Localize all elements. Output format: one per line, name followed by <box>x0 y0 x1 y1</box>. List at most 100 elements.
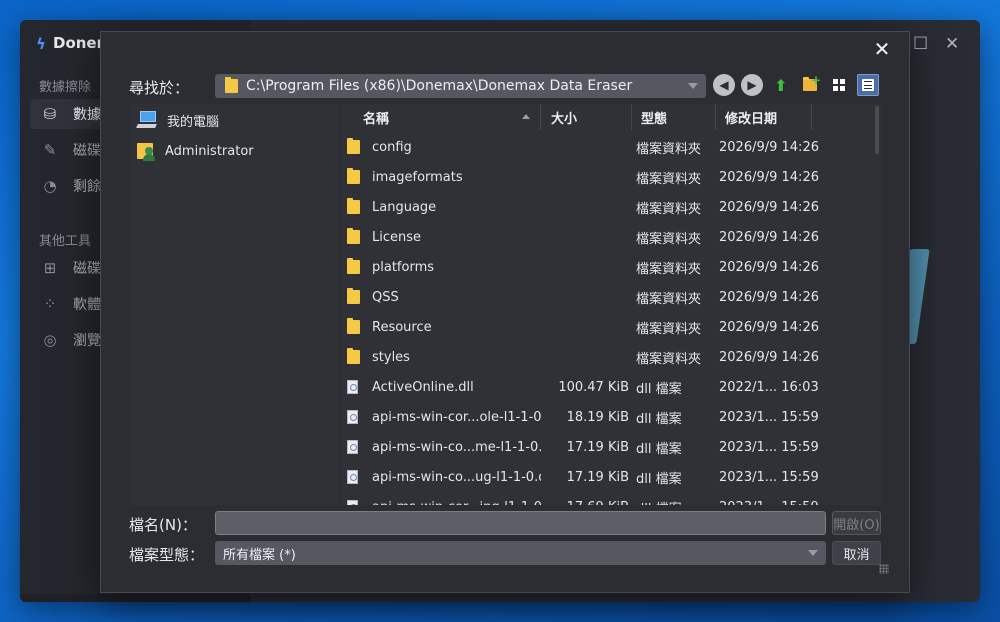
column-header-label: 型態 <box>641 111 668 127</box>
file-name-cell: api-ms-win-co...ug-l1-1-0.dll <box>341 462 541 492</box>
computer-icon <box>136 111 159 129</box>
column-header-modified[interactable]: 修改日期 <box>716 104 812 130</box>
file-list-scrollbar[interactable] <box>872 104 882 505</box>
file-type: 檔案資料夾 <box>636 351 702 367</box>
file-row[interactable]: Resource 檔案資料夾 2026/9/9 14:26 <box>341 312 871 342</box>
file-row[interactable]: api-ms-win-cor...ing-l1-1-0.dll17.69 KiB… <box>341 492 871 505</box>
app-section-tools: 其他工具 <box>39 234 92 249</box>
dialog-close-button[interactable]: ✕ <box>871 37 893 61</box>
file-type: 檔案資料夾 <box>636 201 702 217</box>
scrollbar-thumb[interactable] <box>875 106 879 154</box>
file-row[interactable]: License 檔案資料夾 2026/9/9 14:26 <box>341 222 871 252</box>
pie-icon: ◔ <box>43 177 57 195</box>
file-type: dll 檔案 <box>636 381 682 397</box>
plus-icon: + <box>810 73 821 87</box>
planet-icon: ◎ <box>43 331 57 349</box>
file-modified: 2026/9/9 14:26 <box>719 139 819 155</box>
file-row[interactable]: api-ms-win-co...me-l1-1-0.dll 17.19 KiB dl… <box>341 432 871 462</box>
file-size <box>541 222 629 252</box>
file-open-dialog: ✕ 尋找於： C:\Program Files (x86)\Donemax\Do… <box>100 31 910 593</box>
list-view-button[interactable] <box>828 74 850 96</box>
sidebar-item-administrator[interactable]: Administrator <box>137 139 254 163</box>
file-modified: 2026/9/9 14:26 <box>719 169 819 185</box>
file-name-cell: Language <box>341 192 541 222</box>
file-row[interactable]: imageformats 檔案資料夾 2026/9/9 14:26 <box>341 162 871 192</box>
edit-disk-icon: ✎ <box>43 141 57 159</box>
filetype-combo[interactable]: 所有檔案 (*) <box>215 541 826 565</box>
file-row[interactable]: config 檔案資料夾 2026/9/9 14:26 <box>341 132 871 162</box>
folder-icon <box>347 318 360 334</box>
file-type: dll 檔案 <box>636 471 682 487</box>
file-modified: 2026/9/9 14:26 <box>719 349 819 365</box>
file-name-cell: api-ms-win-co...me-l1-1-0.dll <box>341 432 541 462</box>
column-header-label: 名稱 <box>363 111 390 127</box>
file-size: 18.19 KiB <box>566 409 629 425</box>
file-name-cell: QSS <box>341 282 541 312</box>
file-name-cell: ActiveOnline.dll <box>341 372 541 402</box>
file-modified: 2026/9/9 14:26 <box>719 229 819 245</box>
file-size <box>541 162 629 192</box>
look-in-combo[interactable]: C:\Program Files (x86)\Donemax\Donemax D… <box>215 74 706 98</box>
resize-grip-icon[interactable] <box>879 564 889 574</box>
file-modified: 2026/9/9 14:26 <box>719 289 819 305</box>
dll-file-icon <box>347 500 358 505</box>
new-folder-button[interactable]: + <box>799 73 821 96</box>
folder-icon <box>347 258 360 274</box>
file-row[interactable]: QSS 檔案資料夾 2026/9/9 14:26 <box>341 282 871 312</box>
app-nav-label: 剩餘 <box>73 179 101 195</box>
file-row[interactable]: styles 檔案資料夾 2026/9/9 14:26 <box>341 342 871 372</box>
dll-file-icon <box>347 380 358 394</box>
column-header-size[interactable]: 大小 <box>541 104 632 130</box>
app-nav-label: 數據 <box>73 107 101 123</box>
sidebar-item-label: 我的電腦 <box>167 114 220 130</box>
parent-dir-button[interactable]: ⬆ <box>770 74 792 96</box>
file-name-cell: styles <box>341 342 541 372</box>
back-button[interactable]: ◀ <box>713 74 735 96</box>
column-header-name[interactable]: 名稱 <box>341 104 541 130</box>
file-size <box>541 282 629 312</box>
filename-label: 檔名(N)： <box>129 516 197 534</box>
file-type: dll 檔案 <box>636 411 682 427</box>
chevron-down-icon <box>808 550 818 556</box>
file-row[interactable]: platforms 檔案資料夾 2026/9/9 14:26 <box>341 252 871 282</box>
arrow-up-icon: ⬆ <box>774 75 788 95</box>
cancel-button[interactable]: 取消 <box>832 541 881 565</box>
file-modified: 2026/9/9 14:26 <box>719 259 819 275</box>
file-name: styles <box>372 349 410 365</box>
file-modified: 2023/1... 15:59 <box>719 469 819 485</box>
file-modified: 2026/9/9 14:26 <box>719 199 819 215</box>
file-name: api-ms-win-co...me-l1-1-0.dll <box>372 439 541 455</box>
user-folder-icon <box>137 141 157 161</box>
drive-icon: ⛁ <box>43 105 57 123</box>
look-in-label: 尋找於： <box>129 79 190 97</box>
file-name-cell: License <box>341 222 541 252</box>
file-name: imageformats <box>372 169 463 185</box>
file-size: 17.69 KiB <box>541 492 629 506</box>
file-modified: 2022/1... 16:03 <box>719 379 819 395</box>
app-nav-label: 軟體 <box>73 297 101 313</box>
file-modified: 2023/1... 15:59 <box>719 409 819 425</box>
folder-icon <box>225 77 238 93</box>
filename-input[interactable] <box>215 511 826 535</box>
column-header-type[interactable]: 型態 <box>632 104 716 130</box>
close-app-icon[interactable]: ✕ <box>945 34 959 54</box>
file-row[interactable]: api-ms-win-cor...ole-l1-1-0.dll 18.19 KiB… <box>341 402 871 432</box>
apps-icon: ⁘ <box>43 295 57 313</box>
app-sidebar-footer <box>20 594 250 602</box>
maximize-icon[interactable]: ☐ <box>913 34 928 54</box>
file-name-cell: config <box>341 132 541 162</box>
file-row[interactable]: ActiveOnline.dll 100.47 KiB dll 檔案 2022/1..… <box>341 372 871 402</box>
open-button[interactable]: 開啟(O) <box>832 511 881 535</box>
file-name: License <box>372 229 422 245</box>
file-name-cell: api-ms-win-cor...ole-l1-1-0.dll <box>341 402 541 432</box>
folder-icon <box>347 138 360 154</box>
app-nav-label: 磁碟 <box>73 261 101 277</box>
detail-view-button[interactable] <box>857 74 879 96</box>
file-row[interactable]: Language 檔案資料夾 2026/9/9 14:26 <box>341 192 871 222</box>
file-size: 17.19 KiB <box>566 469 629 485</box>
app-logo-icon: ϟ <box>36 35 46 53</box>
file-row[interactable]: api-ms-win-co...ug-l1-1-0.dll 17.19 KiB dl… <box>341 462 871 492</box>
forward-button[interactable]: ▶ <box>741 74 763 96</box>
sidebar-item-my-computer[interactable]: 我的電腦 <box>136 108 220 132</box>
file-name: QSS <box>372 289 399 305</box>
